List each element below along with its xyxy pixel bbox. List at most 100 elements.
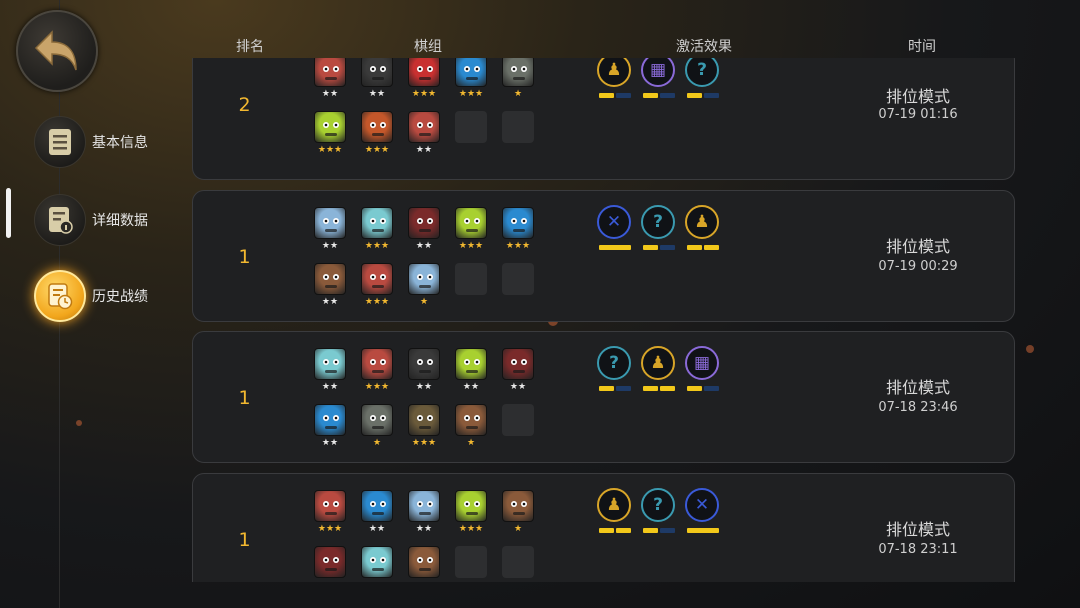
progress-segment	[599, 528, 614, 533]
chess-piece[interactable]: ★★	[311, 207, 358, 255]
synergy-progress	[643, 245, 675, 250]
synergy-badge[interactable]: ♟	[597, 58, 641, 101]
progress-segment	[643, 528, 658, 533]
synergy-badge[interactable]: ?	[641, 205, 685, 253]
piece-portrait-icon	[314, 546, 346, 578]
chess-piece[interactable]: ★★	[499, 348, 546, 396]
header-rank: 排名	[236, 39, 264, 55]
piece-portrait-icon	[408, 58, 440, 87]
chess-piece[interactable]: ★★	[358, 490, 405, 538]
star-rating: ★★	[321, 382, 339, 392]
nav-item-match-history[interactable]: 历史战绩	[34, 270, 148, 322]
chess-piece[interactable]: ★★★	[358, 348, 405, 396]
match-history-list[interactable]: 2 ★★ ★★ ★★★ ★★★ ★ ★★★ ★★★ ★★ ♟ ▦? 排位模式 07-19 01:16 1 ★…	[192, 58, 1016, 582]
chess-piece[interactable]	[311, 546, 358, 582]
chess-piece[interactable]: ★★★	[452, 490, 499, 538]
empty-slot	[502, 404, 534, 436]
chess-piece[interactable]: ★★	[311, 58, 358, 103]
chess-piece[interactable]: ★	[499, 490, 546, 538]
chess-piece[interactable]: ★★★	[405, 58, 452, 103]
match-row[interactable]: 1 ★★ ★★★ ★★ ★★ ★★ ★★ ★ ★★★ ★? ♟ ▦ 排位模式 07-18 23:46	[192, 331, 1015, 463]
synergy-progress	[687, 386, 719, 391]
progress-segment	[643, 245, 658, 250]
star-rating: ★★	[415, 524, 433, 534]
synergy-badge[interactable]: ?	[641, 488, 685, 536]
chess-piece[interactable]: ★★★	[358, 207, 405, 255]
star-rating: ★★	[509, 382, 527, 392]
piece-portrait-icon	[455, 58, 487, 87]
piece-portrait-icon	[361, 348, 393, 380]
progress-segment	[616, 386, 631, 391]
header-synergy: 激活效果	[676, 39, 732, 55]
piece-portrait-icon	[361, 490, 393, 522]
chess-piece[interactable]: ★★	[311, 348, 358, 396]
chess-piece[interactable]: ★★	[405, 207, 452, 255]
progress-segment	[704, 93, 719, 98]
chess-piece[interactable]: ★★★	[452, 207, 499, 255]
chess-piece[interactable]	[358, 546, 405, 582]
match-row[interactable]: 1 ★★★ ★★ ★★ ★★★ ★ ♟? ✕ 排位模式 07-18 23:11	[192, 473, 1015, 582]
star-rating: ★★★	[411, 438, 437, 448]
chess-piece[interactable]: ★★	[405, 348, 452, 396]
nav-item-basic-info[interactable]: 基本信息	[34, 116, 148, 168]
chess-piece[interactable]: ★★★	[311, 111, 358, 159]
chess-piece[interactable]: ★★★	[311, 490, 358, 538]
chess-piece[interactable]: ★★★	[358, 263, 405, 311]
star-rating: ★★	[368, 89, 386, 99]
chess-piece[interactable]: ★★	[311, 404, 358, 452]
synergy-badge[interactable]: ♟	[685, 205, 729, 253]
chess-piece[interactable]: ★★	[311, 263, 358, 311]
match-row[interactable]: 1 ★★ ★★★ ★★ ★★★ ★★★ ★★ ★★★ ★ ✕? ♟ 排位模式 07-19 00:29	[192, 190, 1015, 322]
game-mode: 排位模式	[885, 237, 950, 256]
chess-piece[interactable]: ★★★	[358, 111, 405, 159]
chess-piece[interactable]	[405, 546, 452, 582]
synergy-progress	[643, 528, 675, 533]
synergy-badge[interactable]: ?	[685, 58, 729, 101]
selection-indicator	[6, 188, 11, 238]
chess-piece[interactable]: ★★	[405, 490, 452, 538]
chess-piece[interactable]: ★	[405, 263, 452, 311]
synergy-badge[interactable]: ♟	[641, 346, 685, 394]
match-row[interactable]: 2 ★★ ★★ ★★★ ★★★ ★ ★★★ ★★★ ★★ ♟ ▦? 排位模式 07-19 01:16	[192, 58, 1015, 180]
synergy-badge[interactable]: ♟	[597, 488, 641, 536]
piece-portrait-icon	[361, 263, 393, 295]
piece-portrait-icon	[408, 404, 440, 436]
piece-portrait-icon	[502, 58, 534, 87]
star-rating: ★	[419, 297, 429, 307]
piece-portrait-icon	[408, 348, 440, 380]
star-rating: ★★	[368, 524, 386, 534]
mech-icon: ▦	[685, 346, 719, 380]
progress-segment	[660, 245, 675, 250]
piece-portrait-icon	[314, 348, 346, 380]
synergy-badge[interactable]: ?	[597, 346, 641, 394]
mech-icon: ▦	[641, 58, 675, 87]
synergy-progress	[687, 245, 719, 250]
chess-piece[interactable]: ★★	[405, 111, 452, 159]
chess-piece[interactable]: ★★	[358, 58, 405, 103]
progress-segment	[643, 93, 658, 98]
chess-piece[interactable]: ★★★	[452, 58, 499, 103]
synergy-badge[interactable]: ✕	[597, 205, 641, 253]
chess-piece[interactable]: ★★	[452, 348, 499, 396]
chess-piece[interactable]: ★★★	[405, 404, 452, 452]
synergy-progress	[599, 245, 631, 250]
synergy-badge[interactable]: ▦	[641, 58, 685, 101]
nav-item-detailed-data[interactable]: 详细数据	[34, 194, 148, 246]
chess-piece[interactable]: ★	[452, 404, 499, 452]
synergy-badge[interactable]: ✕	[685, 488, 729, 536]
synergy-list: ♟ ▦?	[597, 58, 729, 101]
star-rating: ★	[466, 438, 476, 448]
synergy-list: ♟? ✕	[597, 488, 729, 536]
chess-piece[interactable]: ★	[358, 404, 405, 452]
chess-piece[interactable]: ★★★	[499, 207, 546, 255]
star-rating: ★★	[321, 89, 339, 99]
synergy-badge[interactable]: ▦	[685, 346, 729, 394]
ember-particle	[1026, 345, 1034, 353]
back-button[interactable]	[16, 10, 98, 92]
hood-icon: ♟	[685, 205, 719, 239]
chess-piece	[499, 546, 546, 582]
star-rating: ★★★	[364, 241, 390, 251]
chess-piece[interactable]: ★	[499, 58, 546, 103]
piece-portrait-icon	[502, 348, 534, 380]
star-rating: ★★★	[364, 297, 390, 307]
